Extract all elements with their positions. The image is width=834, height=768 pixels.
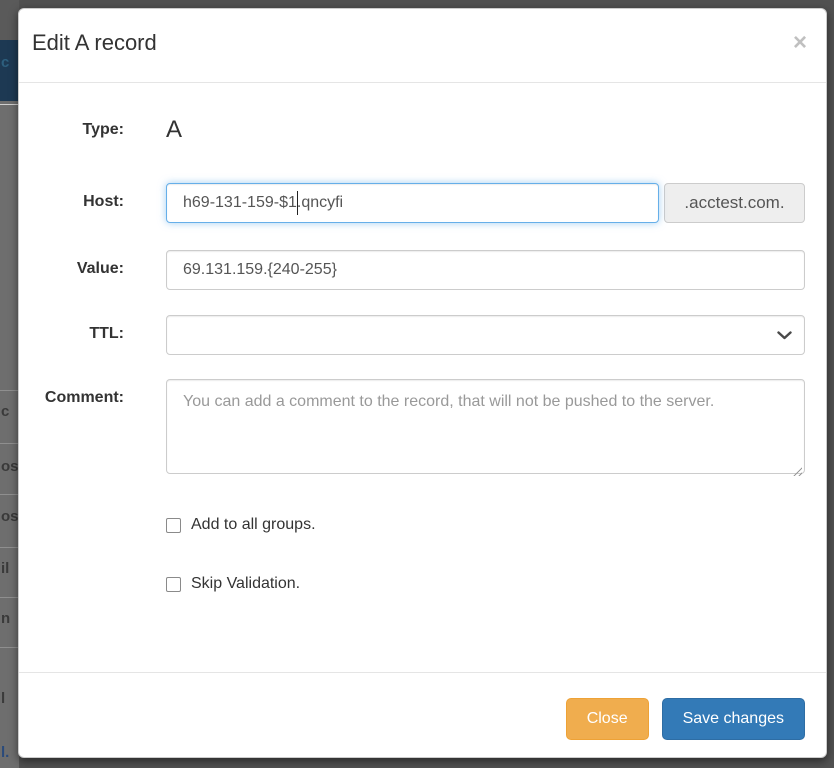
close-icon[interactable]: × [793, 31, 807, 55]
add-to-all-groups-checkbox[interactable] [166, 518, 181, 533]
backdrop-row-divider [0, 443, 19, 444]
host-domain-suffix: .acctest.com. [664, 183, 805, 223]
backdrop-row-divider [0, 494, 19, 495]
backdrop-row-divider [0, 547, 19, 548]
backdrop-fragment: c [1, 403, 9, 420]
comment-row: Comment: [32, 379, 805, 479]
value-row: Value: [32, 250, 805, 290]
skip-validation-checkbox[interactable] [166, 577, 181, 592]
backdrop-row-divider [0, 597, 19, 598]
ttl-label: TTL: [32, 315, 124, 343]
close-button[interactable]: Close [566, 698, 649, 740]
backdrop-fragment: os [1, 508, 19, 525]
backdrop-row-divider [0, 647, 19, 648]
backdrop-row-divider [0, 390, 19, 391]
modal-footer: Close Save changes [19, 672, 826, 757]
host-row: Host: .acctest.com. [32, 183, 805, 223]
backdrop-fragment: il [1, 560, 9, 577]
type-value: A [166, 116, 805, 144]
comment-label: Comment: [32, 379, 124, 407]
text-cursor [297, 191, 298, 215]
host-input[interactable] [166, 183, 659, 223]
ttl-select[interactable] [166, 315, 805, 355]
backdrop-row-divider [0, 104, 19, 105]
backdrop-fragment: os [1, 458, 19, 475]
host-label: Host: [32, 183, 124, 211]
value-label: Value: [32, 250, 124, 278]
modal-body: Type: A Host: .acctest.com. Value: [19, 83, 826, 672]
backdrop-fragment: c [1, 54, 9, 71]
type-label: Type: [32, 116, 124, 139]
add-to-all-groups-label[interactable]: Add to all groups. [191, 516, 316, 534]
backdrop: c c os os il n l l. [0, 0, 19, 768]
type-row: Type: A [32, 116, 805, 144]
modal-header: Edit A record × [19, 9, 826, 83]
modal-title: Edit A record [32, 30, 157, 56]
comment-textarea[interactable] [166, 379, 805, 474]
add-to-all-groups-row: Add to all groups. [166, 516, 805, 534]
backdrop-fragment: l. [1, 744, 9, 761]
skip-validation-label[interactable]: Skip Validation. [191, 575, 300, 593]
ttl-row: TTL: [32, 315, 805, 355]
value-input[interactable] [166, 250, 805, 290]
edit-a-record-modal: Edit A record × Type: A Host: .acctest.c… [18, 8, 827, 758]
skip-validation-row: Skip Validation. [166, 575, 805, 593]
backdrop-fragment: n [1, 610, 10, 627]
backdrop-fragment: l [1, 690, 5, 707]
backdrop-segment [0, 0, 19, 40]
save-changes-button[interactable]: Save changes [662, 698, 805, 740]
